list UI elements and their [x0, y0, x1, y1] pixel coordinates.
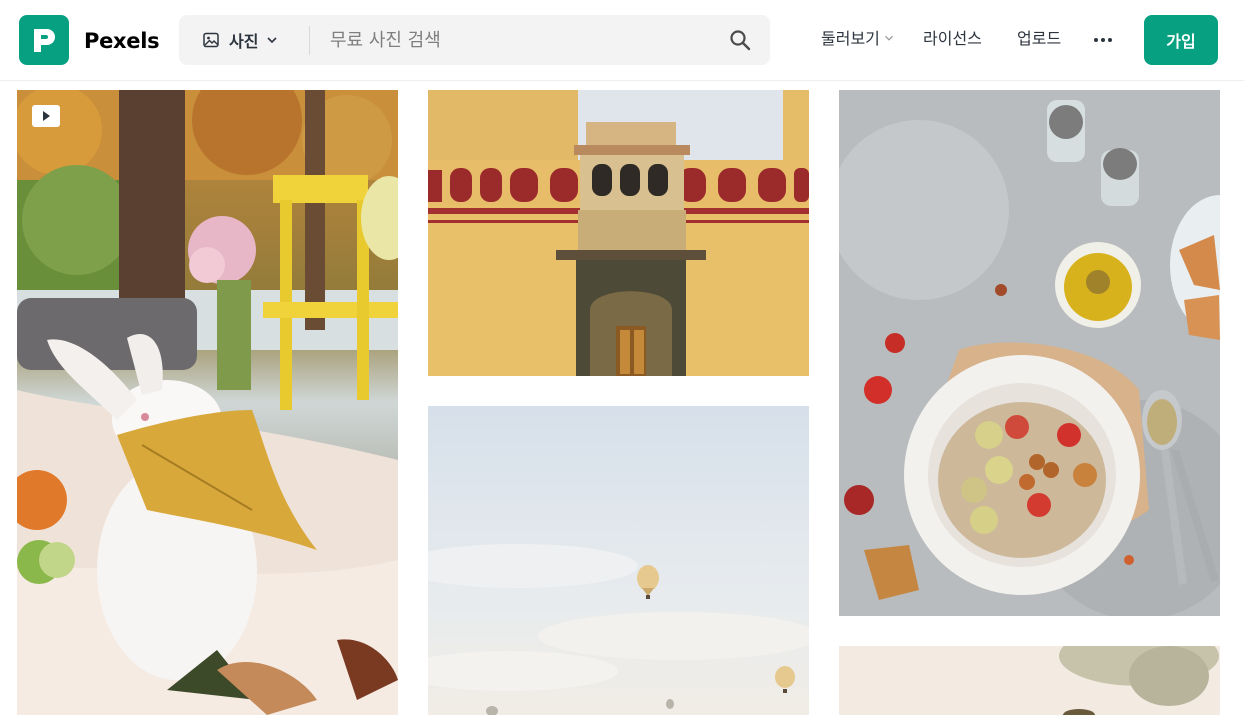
photo-hot-air-balloons-sky[interactable] — [428, 406, 809, 715]
play-icon — [43, 111, 50, 121]
top-header: Pexels 사진 둘러보기 라이선스 업로드 가입 — [0, 0, 1244, 81]
photo-bright-photo-partial[interactable] — [839, 646, 1220, 715]
photo-palace-gate[interactable] — [428, 90, 809, 376]
chevron-down-icon — [884, 35, 893, 41]
search-bar: 사진 — [179, 15, 770, 65]
search-icon — [730, 30, 751, 51]
logo-text[interactable]: Pexels — [84, 28, 160, 54]
video-badge — [32, 105, 60, 127]
photo-hummus-bowl-table[interactable] — [839, 90, 1220, 616]
join-button[interactable]: 가입 — [1144, 15, 1218, 65]
search-button[interactable] — [728, 28, 752, 52]
nav-license[interactable]: 라이선스 — [923, 28, 982, 50]
search-type-label: 사진 — [229, 32, 259, 51]
chevron-down-icon — [267, 37, 278, 44]
nav-upload[interactable]: 업로드 — [1017, 28, 1061, 50]
search-input[interactable] — [330, 23, 710, 57]
nav-explore-label: 둘러보기 — [821, 29, 880, 48]
pexels-logo-icon[interactable] — [19, 15, 69, 65]
more-menu-icon[interactable] — [1094, 36, 1114, 44]
photo-rabbit-autumn-picnic[interactable] — [17, 90, 398, 715]
image-icon — [203, 32, 219, 48]
search-divider — [309, 26, 310, 55]
search-type-dropdown[interactable]: 사진 — [203, 15, 278, 65]
nav-explore[interactable]: 둘러보기 — [821, 28, 894, 50]
